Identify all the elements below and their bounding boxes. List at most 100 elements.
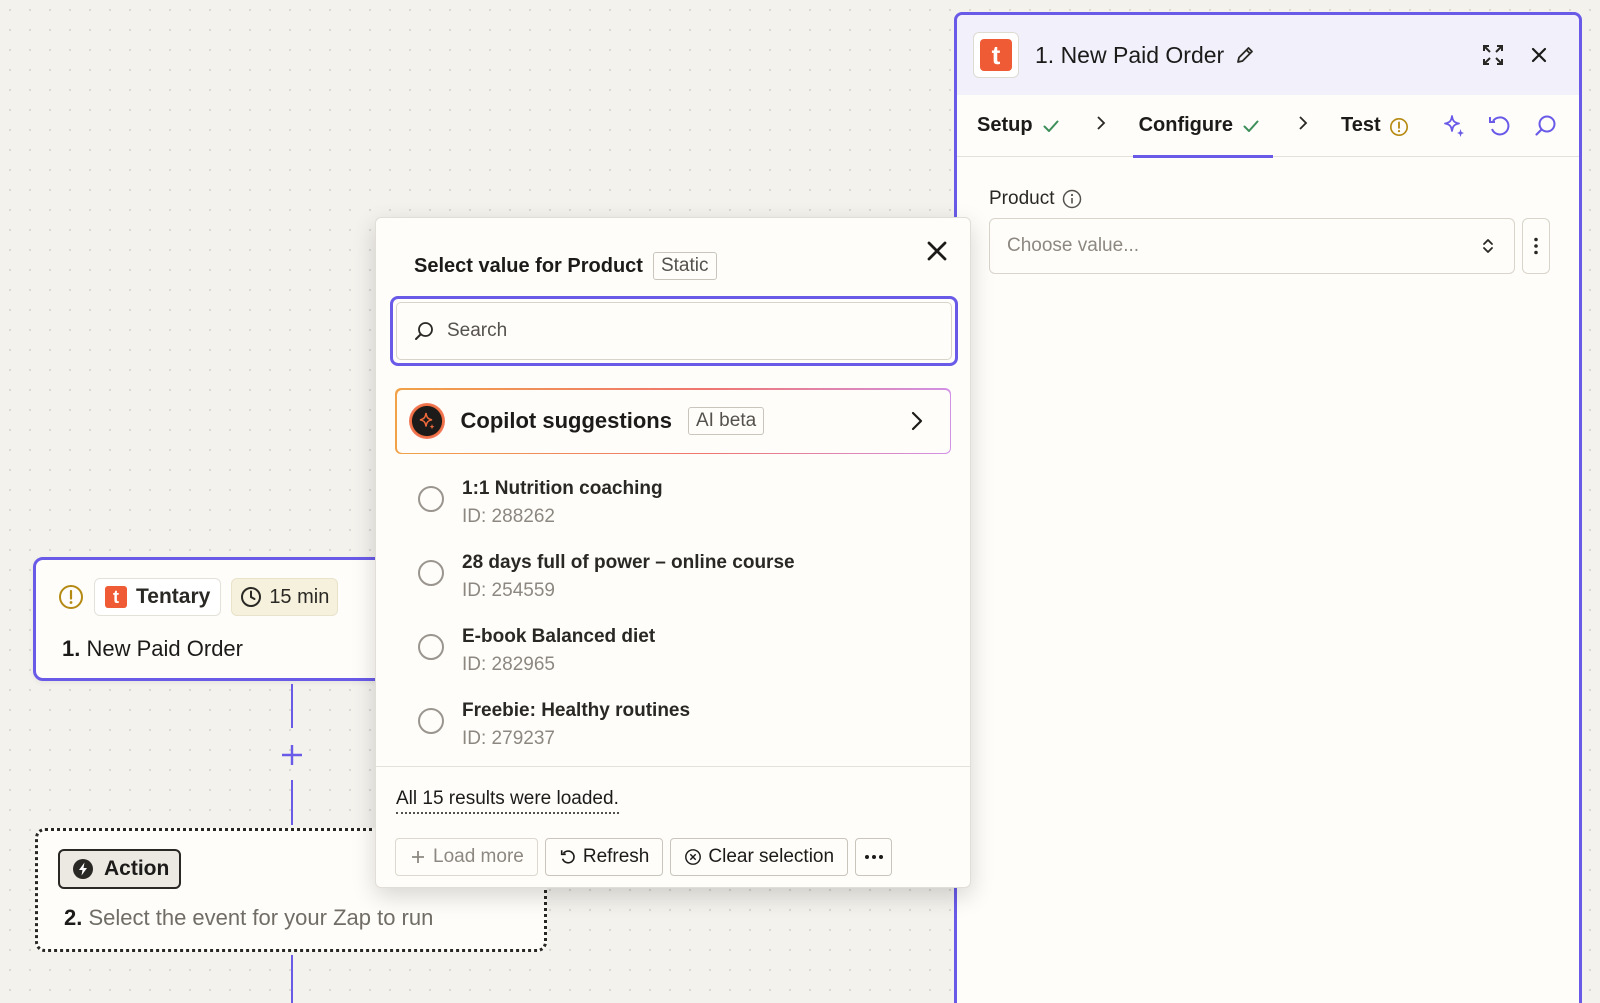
popover-title: Select value for Product (414, 254, 643, 277)
list-item[interactable]: E-book Balanced diet ID: 282965 (418, 624, 938, 698)
radio-button[interactable] (418, 634, 444, 660)
close-popover-button[interactable] (926, 240, 948, 262)
select-placeholder: Choose value... (1007, 235, 1140, 256)
more-horizontal-icon (864, 855, 883, 859)
action-chip-label: Action (104, 857, 170, 880)
panel-header: t 1. New Paid Order (957, 15, 1579, 95)
action-step-number: 2. (64, 905, 83, 930)
action-step-title: 2. Select the event for your Zap to run (64, 905, 433, 931)
more-options-button[interactable] (855, 838, 893, 876)
kebab-icon (1534, 237, 1538, 255)
bolt-icon (72, 858, 94, 880)
field-options-button[interactable] (1522, 218, 1550, 274)
edit-title-button[interactable] (1234, 44, 1256, 66)
panel-tools (1441, 113, 1559, 139)
check-icon (1241, 116, 1261, 136)
popover-header: Select value for Product Static (414, 252, 717, 280)
check-icon (1041, 116, 1061, 136)
plus-icon (282, 745, 302, 765)
tentary-logo-icon: t (980, 39, 1012, 71)
search-button[interactable] (1533, 113, 1559, 139)
add-step-button[interactable] (277, 740, 307, 770)
option-name: E-book Balanced diet (462, 626, 656, 647)
results-status: All 15 results were loaded. (396, 788, 619, 814)
expand-button[interactable] (1481, 43, 1505, 67)
search-icon (413, 320, 435, 342)
tab-label: Setup (977, 114, 1033, 136)
product-select[interactable]: Choose value... (989, 218, 1515, 274)
radio-button[interactable] (418, 708, 444, 734)
copilot-logo-icon (408, 403, 445, 439)
expand-icon (1483, 45, 1503, 65)
copilot-inner: Copilot suggestions AI beta (396, 389, 950, 453)
refresh-icon (560, 850, 575, 864)
search-field-inner (396, 302, 952, 360)
plus-icon (412, 851, 424, 863)
trigger-step-name: New Paid Order (86, 636, 243, 661)
chevron-right-icon (906, 410, 928, 432)
value-picker-popover: Select value for Product Static Copilot … (375, 217, 971, 888)
sparkle-icon (1444, 115, 1464, 137)
close-icon (1531, 47, 1547, 63)
option-id: ID: 288262 (462, 506, 555, 527)
trigger-step-meta: t Tentary 15 min (58, 578, 339, 616)
pencil-icon (1237, 47, 1254, 63)
list-item[interactable]: 28 days full of power – online course ID… (418, 550, 938, 624)
tab-label: Test (1341, 114, 1381, 136)
option-name: 28 days full of power – online course (462, 552, 795, 573)
copilot-label: Copilot suggestions (460, 408, 672, 433)
app-logo: t (973, 32, 1019, 78)
refresh-button[interactable]: Refresh (544, 838, 664, 876)
load-more-label: Load more (433, 846, 524, 867)
search-input[interactable] (447, 320, 907, 342)
copilot-suggestions-button[interactable]: Copilot suggestions AI beta (395, 388, 951, 454)
tab-label: Configure (1138, 114, 1233, 136)
tab-setup[interactable]: Setup (977, 95, 1061, 157)
chevron-right-icon (1093, 115, 1109, 131)
trigger-step-title: 1. New Paid Order (62, 636, 243, 662)
clear-selection-label: Clear selection (708, 846, 835, 867)
trigger-step-number: 1. (62, 636, 81, 661)
radio-button[interactable] (418, 486, 444, 512)
tentary-logo-icon: t (105, 586, 127, 608)
ai-sparkle-button[interactable] (1441, 113, 1467, 139)
option-name: Freebie: Healthy routines (462, 700, 691, 721)
close-panel-button[interactable] (1529, 45, 1549, 65)
load-more-button[interactable]: Load more (395, 838, 538, 876)
interval-label: 15 min (269, 585, 330, 608)
trigger-step-card[interactable]: t Tentary 15 min 1. New Paid Order (33, 557, 413, 681)
action-step-placeholder: Select the event for your Zap to run (88, 905, 434, 930)
history-button[interactable] (1487, 113, 1513, 139)
panel-title: 1. New Paid Order (1035, 41, 1225, 68)
clear-selection-button[interactable]: Clear selection (670, 838, 849, 876)
tab-configure[interactable]: Configure (1132, 95, 1274, 158)
connector-line (291, 780, 293, 825)
step-tabs: Setup Configure Test (957, 95, 1579, 158)
connector-line (291, 684, 293, 728)
refresh-label: Refresh (582, 846, 650, 867)
clear-circle-icon (685, 849, 702, 865)
product-field-label: Product (989, 188, 1082, 210)
option-name: 1:1 Nutrition coaching (462, 478, 663, 499)
connector-line (291, 955, 293, 1003)
tab-test[interactable]: Test (1341, 95, 1409, 157)
info-icon[interactable] (1062, 189, 1082, 209)
warning-icon (58, 584, 84, 610)
undo-icon (1489, 116, 1510, 136)
app-name: Tentary (136, 585, 211, 608)
list-item[interactable]: Freebie: Healthy routines ID: 279237 (418, 698, 938, 772)
option-id: ID: 279237 (462, 728, 555, 749)
interval-chip: 15 min (231, 578, 339, 616)
field-label-text: Product (989, 188, 1055, 209)
radio-button[interactable] (418, 560, 444, 586)
list-item[interactable]: 1:1 Nutrition coaching ID: 288262 (418, 476, 938, 550)
warning-icon (1389, 116, 1409, 136)
action-chip: Action (58, 849, 182, 889)
ai-beta-badge: AI beta (687, 407, 765, 435)
step-editor-panel: t 1. New Paid Order Setup Configure Test (954, 12, 1582, 1003)
option-id: ID: 254559 (462, 580, 555, 601)
chevron-up-down-icon (1478, 236, 1498, 256)
search-icon (1535, 115, 1556, 136)
search-field (390, 296, 958, 366)
clock-icon (241, 587, 262, 607)
